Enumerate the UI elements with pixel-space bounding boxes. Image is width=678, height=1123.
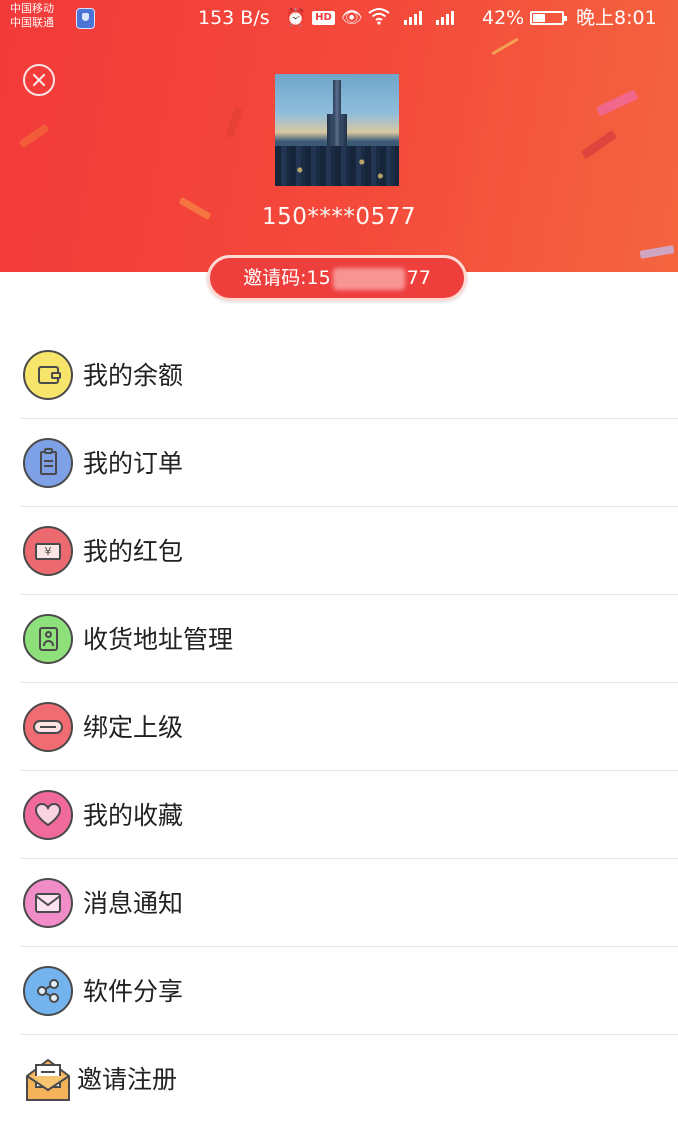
carrier-info: 中国移动 中国联通 [10, 2, 54, 30]
menu-label-address: 收货地址管理 [83, 625, 234, 654]
close-icon[interactable] [23, 64, 55, 96]
menu-item-address[interactable]: 收货地址管理 [21, 595, 678, 683]
invite-code-redaction [332, 267, 405, 290]
order-clipboard-icon [23, 438, 73, 488]
invite-code-badge[interactable]: 邀请码:15 77 [207, 255, 467, 301]
menu-item-share[interactable]: 软件分享 [21, 947, 678, 1035]
profile-header: 中国移动 中国联通 153 B/s ⏰ HD 👁 42% 晚上8:01 150*… [0, 0, 678, 272]
menu-label-balance: 我的余额 [83, 361, 184, 390]
carrier-1: 中国移动 [10, 2, 54, 15]
battery-icon [530, 11, 567, 25]
status-icons: ⏰ HD 👁 [285, 6, 455, 30]
menu-item-balance[interactable]: 我的余额 [21, 331, 678, 419]
red-packet-icon: ¥ [23, 526, 73, 576]
carrier-2: 中国联通 [10, 16, 54, 29]
invitation-envelope-icon [23, 1054, 73, 1104]
envelope-icon [23, 878, 73, 928]
wifi-icon [368, 7, 391, 30]
menu-item-orders[interactable]: 我的订单 [21, 419, 678, 507]
confetti-decoration [491, 37, 519, 56]
invite-code-prefix: 邀请码:15 [243, 267, 331, 289]
menu-item-invite-register[interactable]: 邀请注册 [21, 1035, 678, 1123]
address-card-icon [23, 614, 73, 664]
heart-icon [23, 790, 73, 840]
battery-percent: 42% [482, 7, 525, 29]
user-phone: 150****0577 [262, 204, 416, 230]
menu-item-bind-superior[interactable]: 绑定上级 [21, 683, 678, 771]
menu-label-favorites: 我的收藏 [83, 801, 184, 830]
menu-list: 我的余额 我的订单 ¥ 我的红包 收货地址管理 绑定上级 我的收藏 消息通知 软… [0, 331, 678, 1123]
security-shield-icon [76, 8, 95, 29]
avatar[interactable] [275, 74, 399, 186]
avatar-city [275, 146, 399, 186]
invite-code-suffix: 77 [406, 267, 431, 289]
confetti-decoration [595, 89, 639, 117]
confetti-decoration [580, 129, 618, 160]
confetti-decoration [225, 107, 243, 139]
signal-1-icon [396, 9, 423, 27]
eye-icon: 👁 [340, 8, 363, 28]
menu-label-notifications: 消息通知 [83, 889, 184, 918]
signal-2-icon [428, 9, 455, 27]
clock: 晚上8:01 [576, 7, 657, 29]
status-bar: 中国移动 中国联通 153 B/s ⏰ HD 👁 42% 晚上8:01 [0, 0, 678, 38]
alarm-icon: ⏰ [285, 8, 307, 28]
wallet-icon [23, 350, 73, 400]
menu-label-bind-superior: 绑定上级 [83, 713, 184, 742]
confetti-decoration [18, 123, 50, 149]
menu-item-favorites[interactable]: 我的收藏 [21, 771, 678, 859]
menu-label-invite-register: 邀请注册 [77, 1065, 178, 1094]
menu-label-share: 软件分享 [83, 977, 184, 1006]
menu-item-notifications[interactable]: 消息通知 [21, 859, 678, 947]
confetti-decoration [639, 245, 675, 259]
menu-item-red-packet[interactable]: ¥ 我的红包 [21, 507, 678, 595]
menu-label-red-packet: 我的红包 [83, 537, 184, 566]
share-icon [23, 966, 73, 1016]
network-speed: 153 B/s [198, 7, 270, 29]
menu-label-orders: 我的订单 [83, 449, 184, 478]
link-icon [23, 702, 73, 752]
hd-icon: HD [312, 11, 335, 25]
